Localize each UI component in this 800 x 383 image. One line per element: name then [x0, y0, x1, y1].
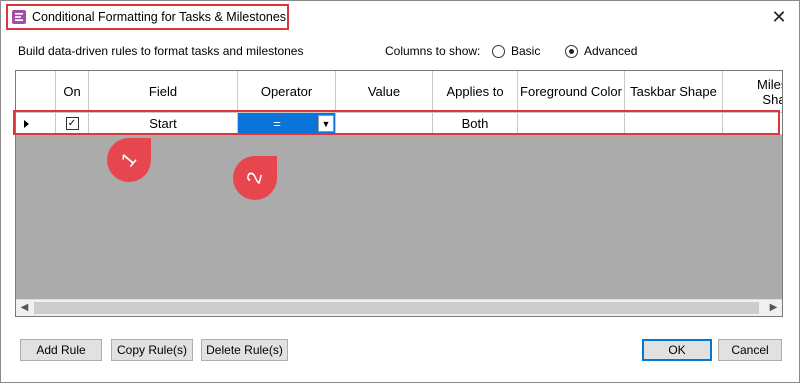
radio-basic-label: Basic — [511, 44, 541, 58]
radio-advanced[interactable]: Advanced — [565, 43, 637, 59]
radio-basic[interactable]: Basic — [492, 43, 540, 59]
columns-to-show-label: Columns to show: — [385, 44, 481, 58]
scroll-right-icon[interactable]: ▶ — [765, 300, 782, 316]
header-on[interactable]: On — [56, 71, 89, 112]
header-operator[interactable]: Operator — [238, 71, 336, 112]
header-value[interactable]: Value — [336, 71, 433, 112]
header-taskbar-shape[interactable]: Taskbar Shape — [625, 71, 723, 112]
close-icon[interactable]: ✕ — [769, 7, 789, 27]
callout-marker-1: 1 — [107, 138, 151, 182]
header-foreground-color[interactable]: Foreground Color — [518, 71, 625, 112]
scroll-left-icon[interactable]: ◀ — [16, 300, 33, 316]
header-applies-to[interactable]: Applies to — [433, 71, 518, 112]
title-bar[interactable]: Conditional Formatting for Tasks & Miles… — [1, 1, 799, 33]
header-row-selector — [16, 71, 56, 112]
header-field[interactable]: Field — [89, 71, 238, 112]
radio-advanced-label: Advanced — [584, 44, 638, 58]
callout-marker-2: 2 — [233, 156, 277, 200]
ok-button[interactable]: OK — [642, 339, 712, 361]
dialog-window: Conditional Formatting for Tasks & Miles… — [0, 0, 800, 383]
radio-advanced-circle[interactable] — [565, 44, 578, 58]
copy-rules-button[interactable]: Copy Rule(s) — [111, 339, 193, 361]
grid-header-row: On Field Operator Value Applies to Foreg… — [16, 71, 782, 113]
horizontal-scrollbar[interactable]: ◀ ▶ — [16, 299, 782, 316]
add-rule-button[interactable]: Add Rule — [20, 339, 102, 361]
cancel-button[interactable]: Cancel — [718, 339, 782, 361]
app-icon — [12, 10, 26, 24]
window-title: Conditional Formatting for Tasks & Miles… — [32, 10, 287, 24]
rules-grid[interactable]: On Field Operator Value Applies to Foreg… — [15, 70, 783, 317]
delete-rules-button[interactable]: Delete Rule(s) — [201, 339, 288, 361]
header-milestone-shape[interactable]: Milest Sha — [723, 71, 782, 112]
description-text: Build data-driven rules to format tasks … — [18, 44, 304, 58]
scrollbar-thumb[interactable] — [34, 302, 759, 314]
radio-basic-circle[interactable] — [492, 44, 505, 58]
